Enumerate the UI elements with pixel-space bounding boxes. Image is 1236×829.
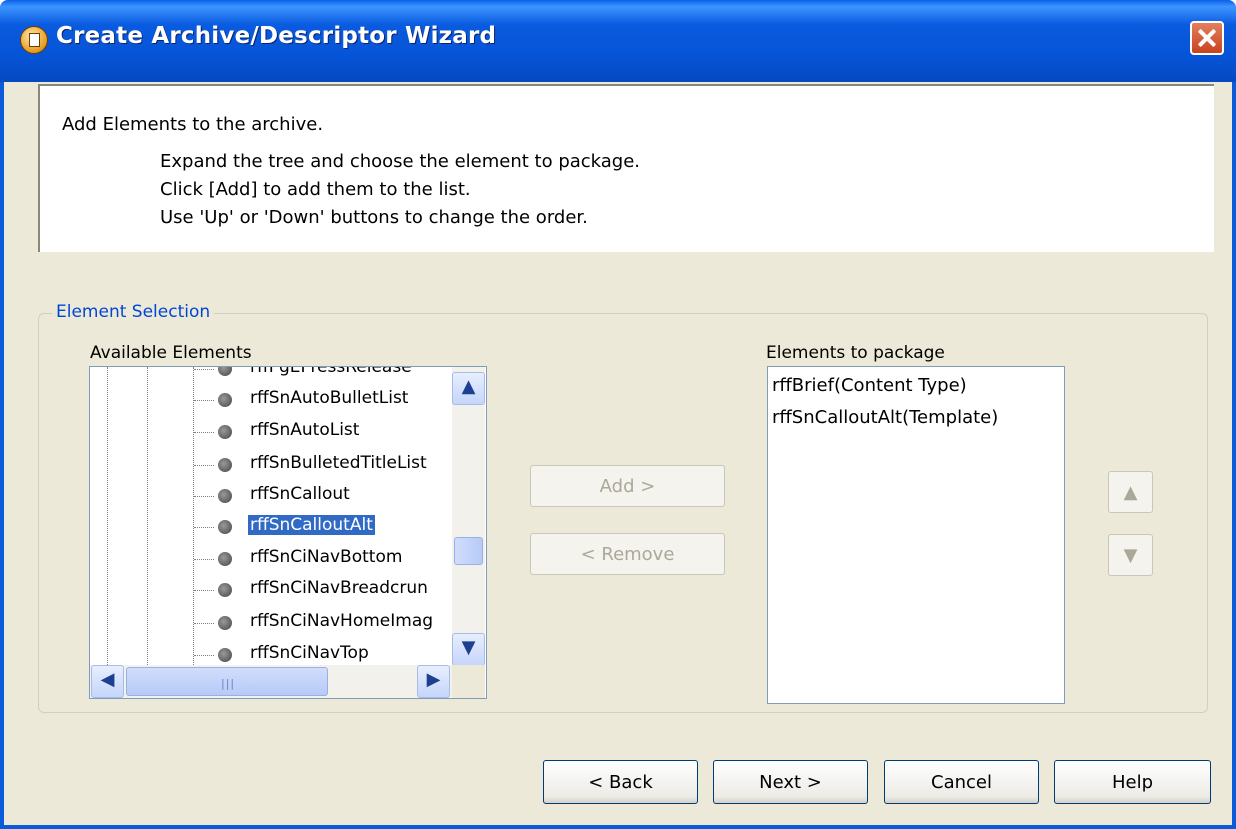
group-legend: Element Selection bbox=[52, 302, 215, 322]
remove-button[interactable]: < Remove bbox=[530, 533, 725, 575]
next-button[interactable]: Next > bbox=[713, 760, 868, 804]
move-up-button[interactable]: ▲ bbox=[1108, 471, 1153, 513]
chevron-right-icon: ▶ bbox=[426, 669, 441, 690]
element-node-icon bbox=[218, 489, 232, 503]
tree-item-label: rffSnBulletedTitleList bbox=[250, 453, 427, 473]
tree-item-label: rffSnCallout bbox=[250, 484, 350, 504]
tree-item[interactable]: rffSnCallout bbox=[90, 480, 450, 512]
tree-connector bbox=[194, 655, 214, 656]
element-node-icon bbox=[218, 458, 232, 472]
tree-item-label: rffSnCiNavBreadcrun bbox=[250, 578, 428, 598]
add-button[interactable]: Add > bbox=[530, 465, 725, 507]
tree-item[interactable]: rffSnAutoList bbox=[90, 416, 450, 448]
tree-item-label: rffSnAutoList bbox=[250, 420, 360, 440]
tree-vertical-scrollbar[interactable]: ▲ ▼ bbox=[452, 367, 485, 666]
tree-item[interactable]: rffSnCiNavHomeImag bbox=[90, 607, 450, 639]
tree-item-selected[interactable]: rffSnCalloutAlt bbox=[90, 511, 450, 543]
element-node-icon bbox=[218, 552, 232, 566]
tree-connector bbox=[194, 623, 214, 624]
tree-connector bbox=[194, 465, 214, 466]
scrollbar-corner bbox=[452, 665, 485, 698]
tree-connector bbox=[194, 527, 214, 528]
list-item[interactable]: rffBrief(Content Type) bbox=[772, 375, 967, 396]
element-node-icon bbox=[218, 520, 232, 534]
horizontal-scroll-thumb[interactable]: ||| bbox=[126, 667, 328, 696]
arrow-up-icon: ▲ bbox=[1123, 481, 1138, 503]
chevron-up-icon: ▲ bbox=[461, 376, 476, 397]
tree-connector bbox=[194, 400, 214, 401]
tree-horizontal-scrollbar[interactable]: ◀ ||| ▶ bbox=[90, 665, 452, 698]
tree-item-label: rffPgEPressRelease bbox=[250, 366, 412, 377]
scroll-down-button[interactable]: ▼ bbox=[452, 633, 485, 666]
tree-item[interactable]: rffSnCiNavBreadcrun bbox=[90, 574, 450, 606]
tree-item-label: rffSnAutoBulletList bbox=[250, 388, 409, 408]
tree-item[interactable]: rffSnCiNavBottom bbox=[90, 543, 450, 575]
chevron-left-icon: ◀ bbox=[100, 669, 115, 690]
tree-item[interactable]: rffPgEPressRelease bbox=[90, 366, 450, 385]
app-icon bbox=[20, 26, 48, 54]
tree-item[interactable]: rffSnAutoBulletList bbox=[90, 384, 450, 416]
tree-connector bbox=[194, 432, 214, 433]
help-button[interactable]: Help bbox=[1054, 760, 1211, 804]
cancel-button[interactable]: Cancel bbox=[884, 760, 1039, 804]
list-item[interactable]: rffSnCalloutAlt(Template) bbox=[772, 407, 998, 428]
tree-item-label: rffSnCiNavBottom bbox=[250, 547, 403, 567]
element-node-icon bbox=[218, 393, 232, 407]
tree-item-label: rffSnCalloutAlt bbox=[248, 515, 375, 535]
tree-item[interactable]: rffSnBulletedTitleList bbox=[90, 449, 450, 481]
instruction-line: Click [Add] to add them to the list. bbox=[160, 179, 471, 200]
move-down-button[interactable]: ▼ bbox=[1108, 534, 1153, 576]
back-button[interactable]: < Back bbox=[543, 760, 698, 804]
tree-connector bbox=[194, 496, 214, 497]
instruction-line: Expand the tree and choose the element t… bbox=[160, 151, 641, 172]
element-node-icon bbox=[218, 367, 232, 376]
instructions-panel: Add Elements to the archive. Expand the … bbox=[38, 84, 1214, 252]
tree-item-label: rffSnCiNavHomeImag bbox=[250, 611, 434, 631]
scroll-right-button[interactable]: ▶ bbox=[417, 665, 450, 698]
grip-icon: ||| bbox=[221, 677, 236, 690]
available-elements-tree[interactable]: rffPgEPressRelease rffSnAutoBulletList r… bbox=[89, 366, 487, 699]
tree-connector bbox=[194, 559, 214, 560]
instructions-heading: Add Elements to the archive. bbox=[62, 114, 324, 135]
window-title: Create Archive/Descriptor Wizard bbox=[56, 23, 497, 49]
element-node-icon bbox=[218, 583, 232, 597]
tree-connector bbox=[194, 590, 214, 591]
instruction-line: Use 'Up' or 'Down' buttons to change the… bbox=[160, 207, 588, 228]
close-button[interactable] bbox=[1190, 21, 1224, 55]
elements-to-package-label: Elements to package bbox=[766, 343, 945, 363]
element-node-icon bbox=[218, 425, 232, 439]
chevron-down-icon: ▼ bbox=[461, 637, 476, 658]
available-elements-label: Available Elements bbox=[90, 343, 252, 363]
element-node-icon bbox=[218, 616, 232, 630]
arrow-down-icon: ▼ bbox=[1123, 544, 1138, 566]
elements-to-package-list[interactable]: rffBrief(Content Type) rffSnCalloutAlt(T… bbox=[767, 366, 1065, 704]
tree-connector bbox=[194, 369, 214, 370]
vertical-scroll-thumb[interactable] bbox=[454, 537, 483, 565]
title-bar[interactable]: Create Archive/Descriptor Wizard bbox=[0, 0, 1236, 82]
tree-item-label: rffSnCiNavTop bbox=[250, 643, 369, 663]
scroll-left-button[interactable]: ◀ bbox=[91, 665, 124, 698]
element-node-icon bbox=[218, 648, 232, 662]
scroll-up-button[interactable]: ▲ bbox=[452, 372, 485, 405]
